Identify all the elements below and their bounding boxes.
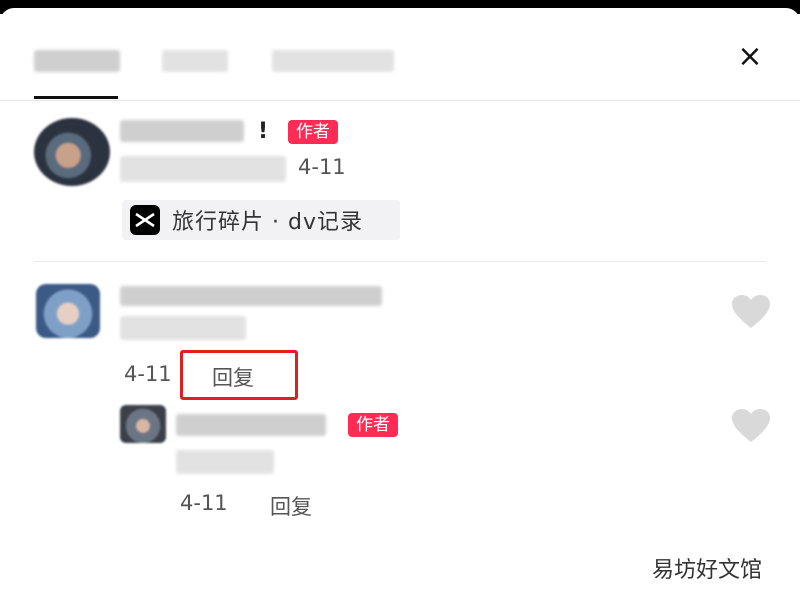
comment-divider [34,261,766,262]
avatar[interactable] [34,118,110,186]
tab-bar [0,26,800,101]
author-badge: 作者 [288,120,338,144]
like-heart-icon[interactable] [731,294,771,330]
comment-time: 4-11 [180,491,228,515]
template-chip[interactable]: 旅行碎片 · dv记录 [122,200,400,240]
avatar[interactable] [36,284,100,338]
comment-time: 4-11 [124,362,172,386]
comment-time: 4-11 [298,155,346,179]
tab-2[interactable] [162,46,228,74]
username-blurred[interactable] [120,120,244,142]
username-blurred[interactable] [176,414,326,436]
watermark: 易坊好文馆 [652,558,763,583]
tab-1[interactable] [34,46,120,74]
avatar[interactable] [120,405,166,443]
username-blurred[interactable] [120,286,382,306]
reply-button[interactable]: 回复 [270,491,312,521]
close-icon[interactable]: × [733,40,767,74]
comment-text-blurred [120,316,246,340]
reply-highlight-box [180,350,298,400]
tab-3[interactable] [272,46,394,74]
comment-text-blurred [176,450,274,474]
active-tab-indicator [34,96,118,99]
comment-text-blurred [120,156,286,182]
capcut-icon [130,205,160,235]
template-chip-label: 旅行碎片 · dv记录 [172,210,363,235]
author-badge: 作者 [348,413,398,437]
like-heart-icon[interactable] [731,408,771,444]
username-suffix: ! [258,119,269,144]
